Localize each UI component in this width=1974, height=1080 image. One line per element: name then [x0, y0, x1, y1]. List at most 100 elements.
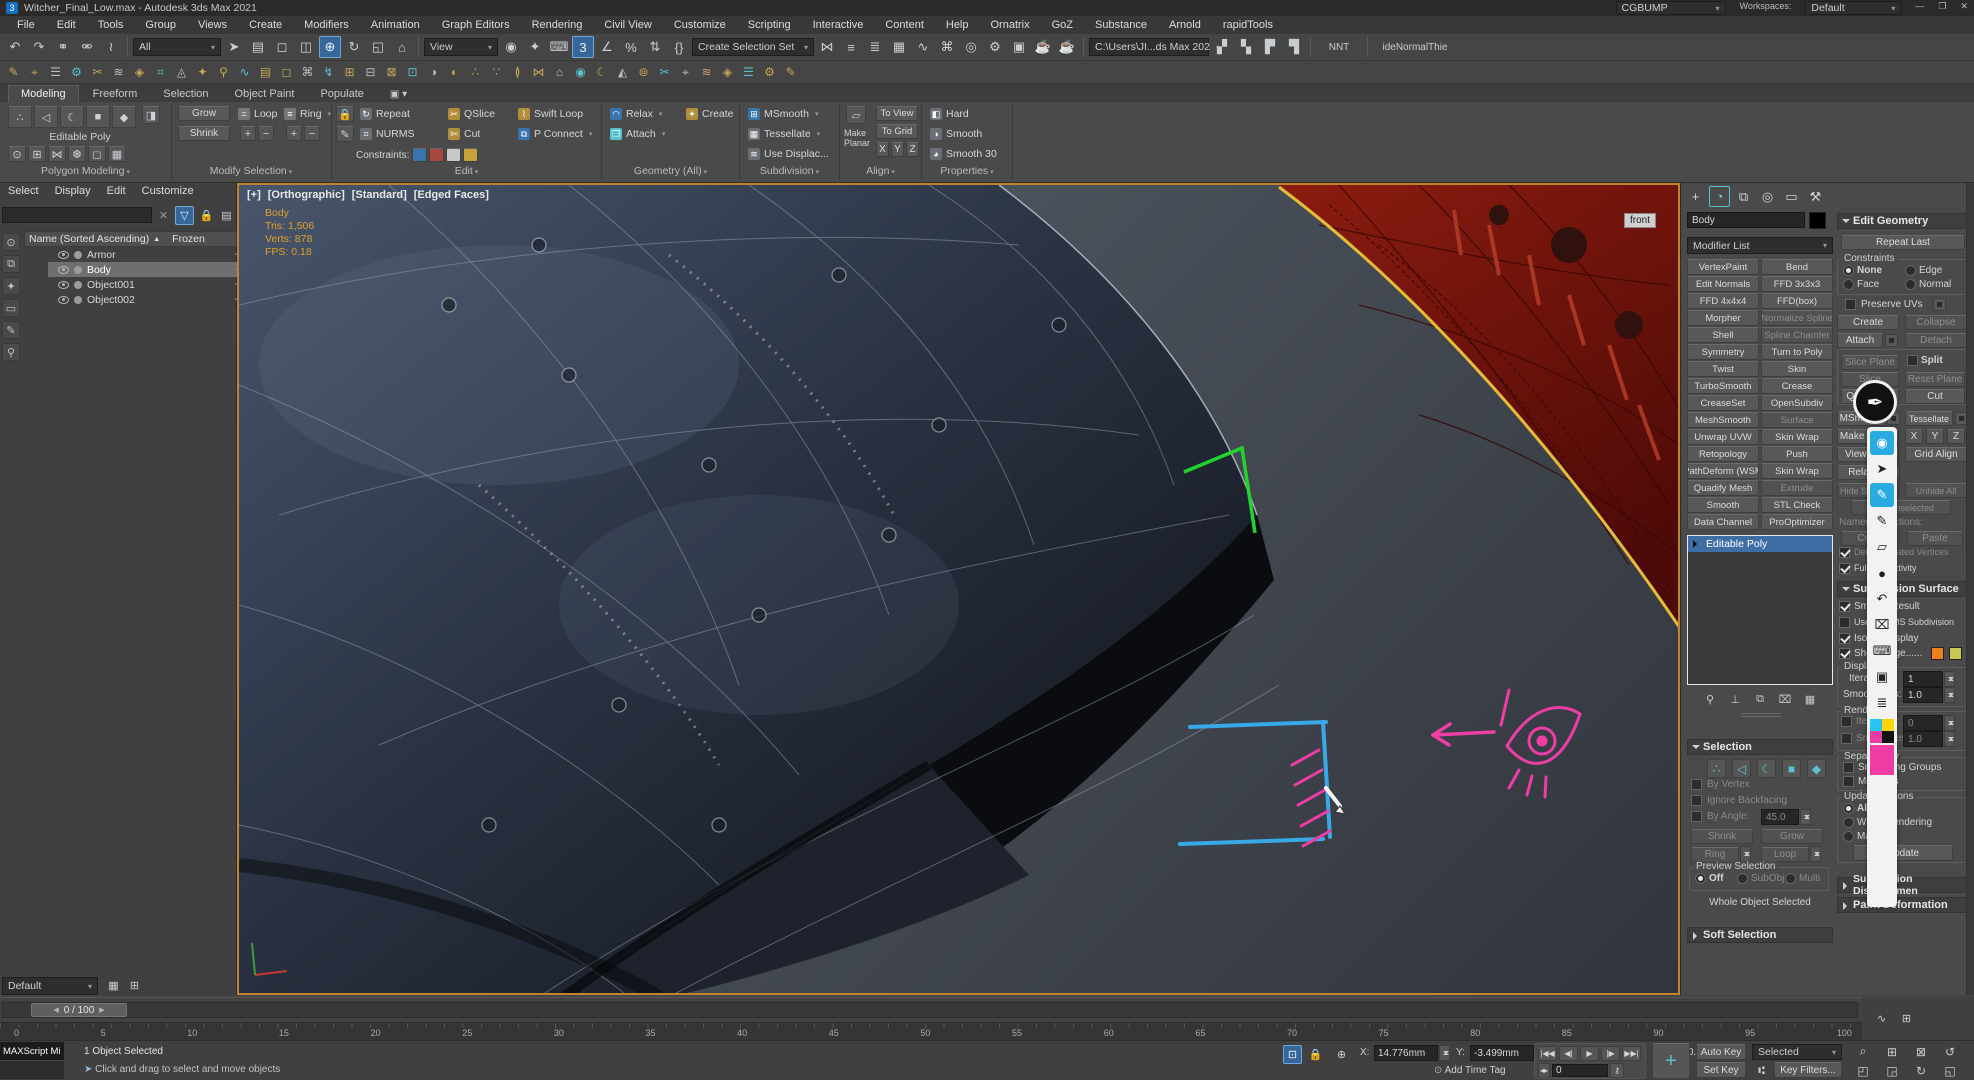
soft-selection-rollout-header[interactable]: Soft Selection [1687, 927, 1833, 943]
ribbon-tab[interactable]: Populate [308, 86, 375, 102]
loop-button[interactable]: =Loop [238, 106, 287, 121]
edge-mode-icon[interactable]: ◁ [1732, 759, 1751, 778]
mirror-icon[interactable]: ⋈ [48, 146, 66, 162]
y-coordinate-field[interactable]: -3.499mm [1470, 1045, 1534, 1061]
explorer-add-icon[interactable]: ⊞ [125, 976, 144, 995]
modifier-button[interactable]: Morpher [1687, 310, 1759, 326]
tessellate-button[interactable]: Tessellate [1905, 411, 1953, 426]
modifier-button[interactable]: Data Channel [1687, 514, 1759, 530]
viewport[interactable]: [+] [Orthographic] [Standard] [Edged Fac… [237, 183, 1680, 995]
subdivision-surface-rollout-header[interactable]: Subdivision Surface [1837, 581, 1969, 597]
border-subobject-icon[interactable]: ☾ [60, 106, 84, 128]
keyboard-override-icon[interactable]: ⌨ [548, 36, 570, 58]
polygon-mode-icon[interactable]: ■ [1782, 759, 1801, 778]
rendered-frame-icon[interactable]: ▣ [1008, 36, 1030, 58]
filter-icon[interactable]: ▽ [175, 206, 194, 225]
msmooth-button[interactable]: ⊞MSmooth [748, 106, 818, 121]
light-icon[interactable]: ✦ [2, 277, 20, 295]
menu-item[interactable]: Content [874, 19, 935, 31]
modifier-button[interactable]: Twist [1687, 361, 1759, 377]
zoom-all-icon[interactable]: ⊞ [1879, 1043, 1905, 1060]
zoom-region-icon[interactable]: ◰ [1850, 1062, 1876, 1079]
iterations-field[interactable]: 1 [1903, 671, 1943, 687]
grow-button[interactable]: Grow [178, 106, 230, 121]
lock-selection-icon[interactable]: 🔒 [336, 106, 354, 122]
modifier-button[interactable]: Shell [1687, 327, 1759, 343]
mirror-icon[interactable]: ⋈ [816, 36, 838, 58]
close-button[interactable]: ✕ [1960, 1, 1968, 15]
trash-icon[interactable]: ⌧ [1870, 613, 1894, 637]
cage-color-swatch-2[interactable] [1949, 647, 1962, 660]
select-and-rotate-icon[interactable]: ↻ [343, 36, 365, 58]
hide-unselected-button[interactable]: Hide Unselected [1851, 500, 1951, 515]
custom-tool-icon[interactable]: ☰ [46, 63, 65, 82]
custom-tool-icon[interactable]: ⌂ [550, 63, 569, 82]
command-panel-scrollbar[interactable] [1966, 183, 1974, 995]
modifier-stack[interactable]: Editable Poly [1687, 535, 1833, 685]
maxscript-mini-listener[interactable]: MAXScript Mi [0, 1042, 64, 1080]
track-config-icon[interactable]: ⊞ [1897, 1009, 1916, 1028]
track-bar[interactable]: 0510152025303540455055606570758085909510… [0, 1022, 1862, 1040]
create-tab[interactable]: + [1685, 186, 1706, 207]
modify-tab[interactable]: ◔ [1709, 186, 1730, 207]
explorer-search-input[interactable] [2, 207, 152, 223]
tessellate-button[interactable]: ▦Tessellate [748, 126, 820, 141]
reset-plane-button[interactable]: Reset Plane [1905, 372, 1965, 387]
by-angle-checkbox[interactable]: By Angle: [1707, 811, 1749, 822]
time-slider-handle[interactable]: 0 / 100 [31, 1003, 127, 1017]
custom-tool-icon[interactable]: ⚙ [760, 63, 779, 82]
smooth-edges-button[interactable]: ◑Smooth [930, 126, 982, 141]
modifier-button[interactable]: Retopology [1687, 446, 1759, 462]
modifier-button[interactable]: Skin Wrap [1761, 429, 1833, 445]
object-color-swatch[interactable] [1809, 212, 1826, 229]
pen-icon[interactable]: ✎ [1870, 509, 1894, 533]
eye-icon[interactable]: ◉ [1870, 431, 1894, 455]
modifier-button[interactable]: Normalize Spline [1761, 310, 1833, 326]
zoom-extents-icon[interactable]: ⊠ [1908, 1043, 1934, 1060]
prev-frame-icon[interactable]: ◀| [1559, 1046, 1578, 1061]
create-button[interactable]: Create [1837, 315, 1899, 330]
angle-snap-icon[interactable]: ∠ [596, 36, 618, 58]
modifier-button[interactable]: Push [1761, 446, 1833, 462]
pick-parent-icon[interactable]: ▤ [217, 206, 236, 225]
pin-icon[interactable]: ⚲ [2, 343, 20, 361]
menu-item[interactable]: rapidTools [1212, 19, 1284, 31]
modifier-button[interactable]: Crease [1761, 378, 1833, 394]
custom-tool-icon[interactable]: ☰ [739, 63, 758, 82]
modifier-button[interactable]: ProOptimizer [1761, 514, 1833, 530]
nurms-button[interactable]: ⌗NURMS [360, 126, 415, 141]
redo-icon[interactable]: ↷ [28, 36, 50, 58]
clear-search-icon[interactable]: ✕ [154, 206, 173, 225]
custom-tool-icon[interactable]: ◈ [130, 63, 149, 82]
visibility-eye-icon[interactable] [58, 281, 69, 289]
smooth-30-button[interactable]: ◕Smooth 30 [930, 146, 997, 161]
custom-tool-icon[interactable]: ⊡ [403, 63, 422, 82]
modifier-button[interactable]: FFD 3x3x3 [1761, 276, 1833, 292]
panel-label[interactable]: Edit [332, 165, 601, 177]
ring-shrink-icon[interactable]: − [304, 126, 320, 141]
custom-tool-icon[interactable]: ✂ [88, 63, 107, 82]
custom-tool-icon[interactable]: ✎ [781, 63, 800, 82]
workspace-dropdown[interactable]: Default [1805, 1, 1901, 15]
custom-tool-icon[interactable]: ⊞ [340, 63, 359, 82]
go-to-end-icon[interactable]: ▶▶| [1622, 1046, 1641, 1061]
cut-button[interactable]: Cut [1905, 389, 1965, 404]
pin-stack-icon[interactable]: ⚲ [1702, 691, 1719, 708]
qslice-button[interactable]: ✂QSlice [448, 106, 495, 121]
explorer-object-row[interactable]: Armor ✛ [48, 247, 261, 262]
menu-item[interactable]: Scripting [737, 19, 802, 31]
configure-sets-icon[interactable]: ▦ [1802, 691, 1819, 708]
render-iterations-field[interactable]: 0 [1903, 715, 1943, 731]
annotation-active-color[interactable] [1870, 745, 1894, 775]
custom-tool-icon[interactable]: ≋ [109, 63, 128, 82]
bind-to-space-warp-icon[interactable]: ≀ [100, 36, 122, 58]
visibility-eye-icon[interactable] [58, 296, 69, 304]
key-filters-button[interactable]: Key Filters... [1774, 1062, 1842, 1078]
next-frame-icon[interactable]: |▶ [1601, 1046, 1620, 1061]
menu-item[interactable]: Help [935, 19, 980, 31]
custom-tool-icon[interactable]: ✂ [655, 63, 674, 82]
custom-tool-icon[interactable]: ↯ [319, 63, 338, 82]
camera-icon[interactable]: ▣ [1870, 665, 1894, 689]
explorer-menu-item[interactable]: Display [47, 185, 99, 203]
select-by-name-icon[interactable]: ▤ [247, 36, 269, 58]
